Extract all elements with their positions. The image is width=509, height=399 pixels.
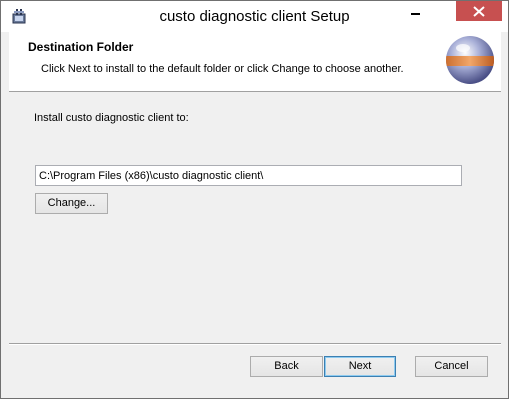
page-title: Destination Folder <box>28 40 134 54</box>
header-banner: Destination Folder Click Next to install… <box>9 32 501 92</box>
footer-divider <box>9 343 501 345</box>
close-icon <box>473 6 485 17</box>
minimize-icon <box>411 13 420 15</box>
installer-sphere-icon <box>444 34 496 89</box>
setup-window: custo diagnostic client Setup Destinatio… <box>0 0 509 399</box>
next-button[interactable]: Next <box>324 356 396 377</box>
minimize-button[interactable] <box>402 1 428 21</box>
window-title: custo diagnostic client Setup <box>159 8 350 25</box>
back-button[interactable]: Back <box>250 356 323 377</box>
page-description: Click Next to install to the default fol… <box>41 63 404 75</box>
content-area: Install custo diagnostic client to: Chan… <box>9 92 501 343</box>
install-path-field[interactable] <box>35 165 462 186</box>
cancel-button[interactable]: Cancel <box>415 356 488 377</box>
change-button[interactable]: Change... <box>35 193 108 214</box>
title-bar[interactable]: custo diagnostic client Setup <box>1 1 508 32</box>
install-location-label: Install custo diagnostic client to: <box>34 112 189 124</box>
close-button[interactable] <box>456 1 502 21</box>
